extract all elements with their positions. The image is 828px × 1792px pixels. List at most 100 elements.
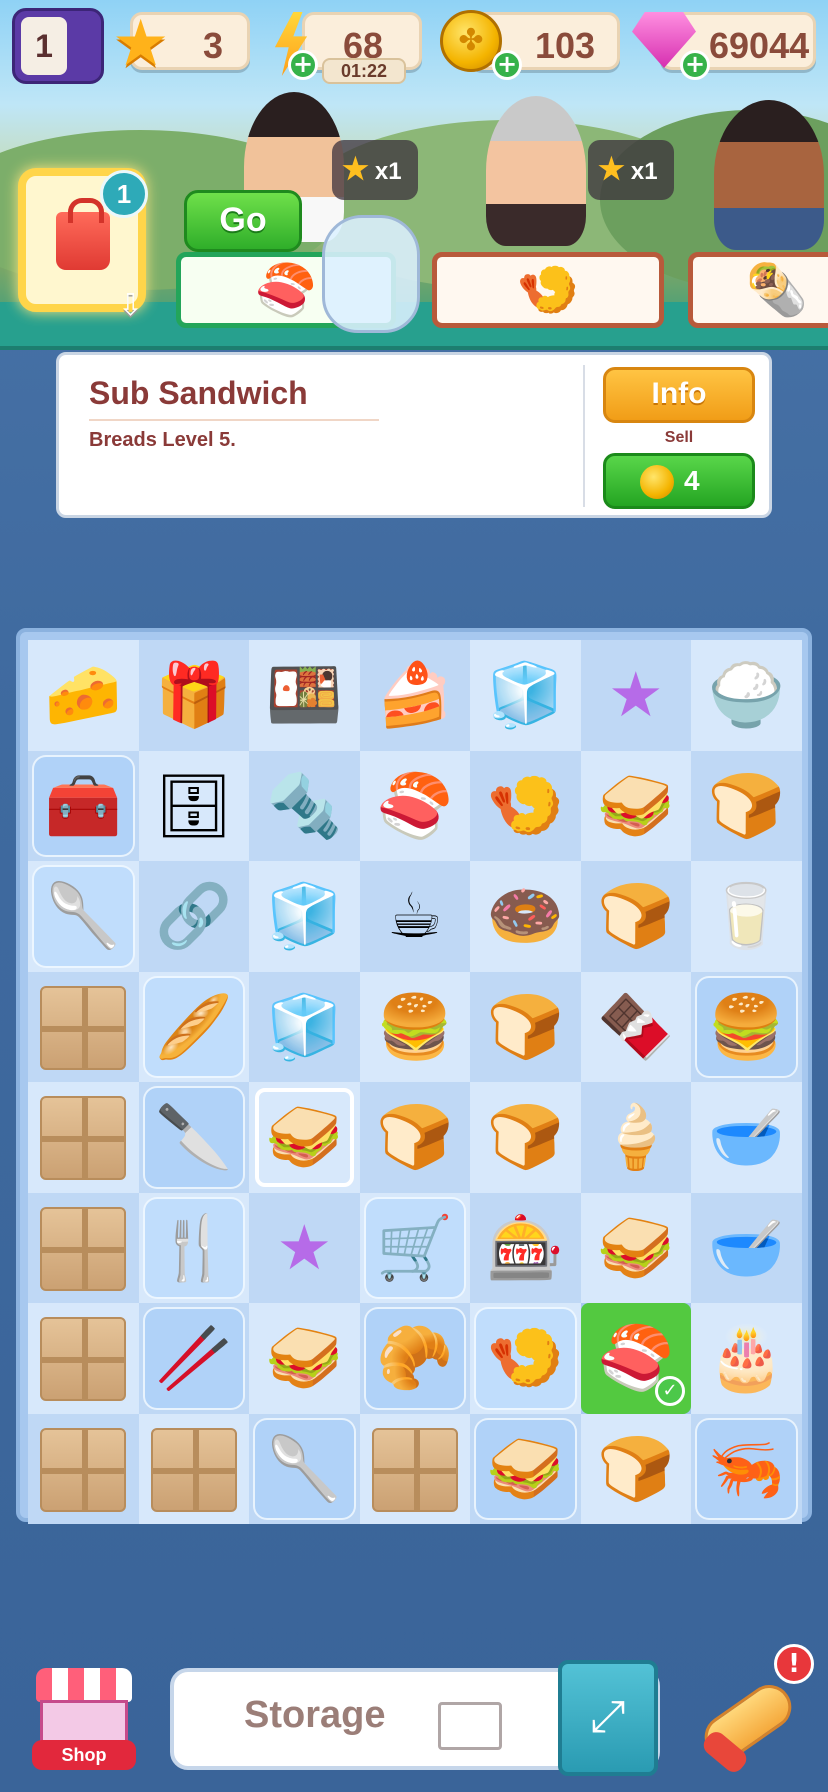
- board-cell[interactable]: 🎰: [470, 1192, 581, 1303]
- board-cell[interactable]: ☕: [359, 861, 470, 972]
- board-cell[interactable]: 🍚: [691, 640, 802, 751]
- board-cell[interactable]: 🍩: [470, 861, 581, 972]
- whisk-bowl-icon: 🥣: [707, 1100, 785, 1174]
- board-cell[interactable]: 🔩: [249, 750, 360, 861]
- sandwich-icon: 🥪: [597, 768, 675, 842]
- fridge-icon: 🧊: [265, 989, 343, 1063]
- coin-icon: [640, 465, 674, 499]
- board-cell[interactable]: [28, 1303, 139, 1414]
- board-cell[interactable]: [28, 1192, 139, 1303]
- board-cell[interactable]: 🍞: [691, 750, 802, 861]
- sell-button[interactable]: 4: [603, 453, 755, 509]
- board-cell[interactable]: 🥪: [249, 1303, 360, 1414]
- ice-cube-icon: 🧊: [265, 879, 343, 953]
- cake-icon: 🍰: [376, 658, 454, 732]
- board-cell[interactable]: 🍰: [359, 640, 470, 751]
- board-cell[interactable]: 🥖: [138, 971, 249, 1082]
- go-button[interactable]: Go: [184, 190, 302, 252]
- board-cell[interactable]: [28, 1082, 139, 1193]
- order-card-3[interactable]: 🌯: [688, 252, 828, 328]
- board-cell[interactable]: 🥪: [470, 1413, 581, 1524]
- board-cell[interactable]: 🎂: [691, 1303, 802, 1414]
- storage-label: Storage: [244, 1694, 386, 1736]
- machine-icon: 🎰: [486, 1210, 564, 1284]
- board-cell[interactable]: 🗄: [138, 750, 249, 861]
- board-cell[interactable]: 🥪: [580, 750, 691, 861]
- board-cell[interactable]: 🍞: [580, 1413, 691, 1524]
- board-cell[interactable]: 🍞: [359, 1082, 470, 1193]
- expand-button[interactable]: ⤢: [558, 1660, 658, 1776]
- board-cell[interactable]: ★: [249, 1192, 360, 1303]
- add-coins-button[interactable]: +: [492, 50, 522, 80]
- add-gems-button[interactable]: +: [680, 50, 710, 80]
- bread-icon: 🍞: [597, 1431, 675, 1505]
- rice-bowl-icon: 🍚: [707, 658, 785, 732]
- crate-icon: [150, 1427, 237, 1512]
- crate-icon: [40, 1427, 126, 1512]
- shop-awning-icon: [36, 1668, 132, 1702]
- board-cell[interactable]: 🔪: [138, 1082, 249, 1193]
- burger-icon: 🍔: [376, 989, 454, 1063]
- spatula-icon: 🥄: [44, 879, 122, 953]
- sell-label: Sell: [664, 429, 694, 446]
- star-icon: ★: [112, 7, 170, 81]
- board-cell[interactable]: 🎁: [138, 640, 249, 751]
- expand-icon: ⤢: [590, 1691, 626, 1742]
- shop-button[interactable]: Shop: [30, 1668, 140, 1772]
- board-cell[interactable]: 🍞: [470, 971, 581, 1082]
- gems-value: 69044: [709, 25, 810, 66]
- board-cell[interactable]: 🥪: [249, 1082, 360, 1193]
- burger-icon: 🍔: [707, 989, 785, 1063]
- board-cell[interactable]: [138, 1413, 249, 1524]
- crate-icon: [40, 1096, 126, 1180]
- crate-icon: [371, 1427, 458, 1512]
- board-cell[interactable]: 🍤: [470, 1303, 581, 1414]
- board-cell[interactable]: 🧰: [28, 750, 139, 861]
- board-cell[interactable]: 🧊: [249, 971, 360, 1082]
- mixer-icon: 🥣: [707, 1210, 785, 1284]
- sub-sandwich-icon: 🥪: [265, 1321, 343, 1395]
- board-cell[interactable]: 🍫: [580, 971, 691, 1082]
- board-cell[interactable]: ★: [580, 640, 691, 751]
- handle-icon: 🔗: [155, 879, 233, 953]
- board-cell[interactable]: 🔗: [138, 861, 249, 972]
- board-cell[interactable]: 🍔: [691, 971, 802, 1082]
- board-cell[interactable]: 🥣: [691, 1082, 802, 1193]
- reward-value: x1: [630, 158, 658, 185]
- order-card-2[interactable]: 🍤: [432, 252, 664, 328]
- board-cell[interactable]: 🍣: [359, 750, 470, 861]
- board-cell[interactable]: 🥐: [359, 1303, 470, 1414]
- board-cell[interactable]: 🍞: [470, 1082, 581, 1193]
- board-cell[interactable]: 🥣: [691, 1192, 802, 1303]
- ice-cooler-icon: 🧰: [44, 768, 122, 842]
- level-badge[interactable]: 1: [12, 8, 104, 84]
- board-cell[interactable]: [28, 971, 139, 1082]
- board-cell[interactable]: 🍤: [470, 750, 581, 861]
- tutorial-hand-icon: [322, 215, 420, 333]
- board-cell-ready[interactable]: 🍣 ✓: [580, 1303, 691, 1414]
- sushi-roll-icon: 🍣: [254, 261, 318, 319]
- board-cell[interactable]: 🍔: [359, 971, 470, 1082]
- board-cell[interactable]: [359, 1413, 470, 1524]
- board-cell[interactable]: 🥄: [249, 1413, 360, 1524]
- board-cell[interactable]: 🧀: [28, 640, 139, 751]
- info-button[interactable]: Info: [603, 367, 755, 423]
- board-cell[interactable]: 🍦: [580, 1082, 691, 1193]
- board-cell[interactable]: 🧊: [470, 640, 581, 751]
- add-energy-button[interactable]: +: [288, 50, 318, 80]
- board-cell[interactable]: 🦐: [691, 1413, 802, 1524]
- board-cell[interactable]: [28, 1413, 139, 1524]
- board-cell[interactable]: 🥄: [28, 861, 139, 972]
- board-cell[interactable]: 🥢: [138, 1303, 249, 1414]
- shopping-bag-icon: [56, 198, 110, 270]
- star-icon: ★: [598, 153, 625, 186]
- board-cell[interactable]: 🍴: [138, 1192, 249, 1303]
- board-cell[interactable]: 🥛: [691, 861, 802, 972]
- board-cell[interactable]: 🛒: [359, 1192, 470, 1303]
- sushi-roll-icon: 🍣: [597, 1321, 675, 1395]
- board-cell[interactable]: 🍞: [580, 861, 691, 972]
- board-cell[interactable]: 🥪: [580, 1192, 691, 1303]
- star-icon: ★: [607, 658, 664, 732]
- board-cell[interactable]: 🧊: [249, 861, 360, 972]
- board-cell[interactable]: 🍱: [249, 640, 360, 751]
